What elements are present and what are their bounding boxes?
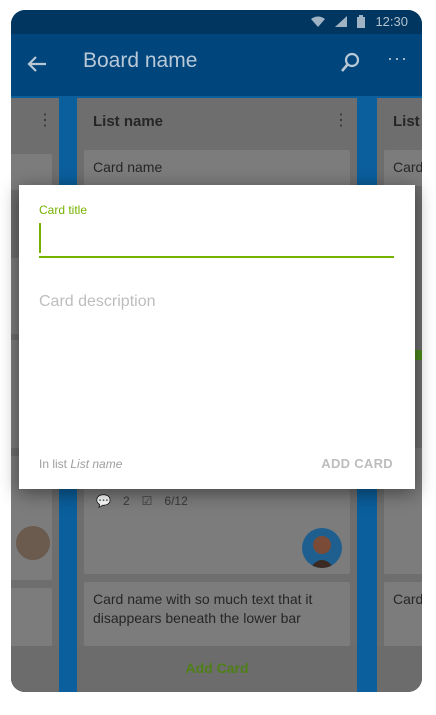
avatar [16,526,50,560]
card-title-label: Card title [39,203,88,217]
card-name: Card [393,591,422,607]
in-list-label: In list List name [39,457,123,471]
card-name: Card name [93,159,163,175]
add-card-dialog: Card title In list List name ADD CARD [19,185,415,489]
status-time: 12:30 [375,14,408,29]
list-item[interactable]: Card name with so much text that it disa… [84,582,350,646]
list-menu-icon[interactable]: ⋮ [333,110,349,130]
comment-icon: 💬 [96,494,111,508]
text-caret [39,223,41,253]
card-description-input[interactable] [39,293,394,413]
card-name: Card name with so much text that it disa… [93,591,313,626]
add-card-footer: Add Card [77,646,357,692]
status-bar: 12:30 [11,10,422,34]
list-item[interactable]: Card name [84,150,350,188]
add-card-button[interactable]: Add Card [77,660,357,676]
card-name: Card [393,159,422,175]
more-options-icon[interactable]: ··· [387,48,408,69]
checklist-progress: 6/12 [164,494,188,508]
list-item[interactable]: Card [384,150,422,186]
card-title-input[interactable] [39,222,394,258]
avatar [302,528,342,568]
wifi-icon [311,16,326,27]
list-name: List name [70,457,123,471]
board-title: Board name [83,49,198,72]
battery-icon [357,15,366,28]
list-title: List [393,113,420,130]
comment-count: 2 [122,494,130,508]
back-arrow-icon[interactable] [23,50,51,78]
add-card-confirm-button[interactable]: ADD CARD [321,456,393,471]
list-title: List name [93,113,164,130]
list-item[interactable]: Card [384,582,422,646]
signal-icon [335,16,348,27]
list-menu-icon[interactable]: ⋮ [37,110,53,130]
search-icon[interactable] [338,51,362,75]
list-item[interactable] [11,588,52,648]
app-bar: Board name ··· [11,34,422,96]
checklist-icon: ☑ [141,494,153,508]
